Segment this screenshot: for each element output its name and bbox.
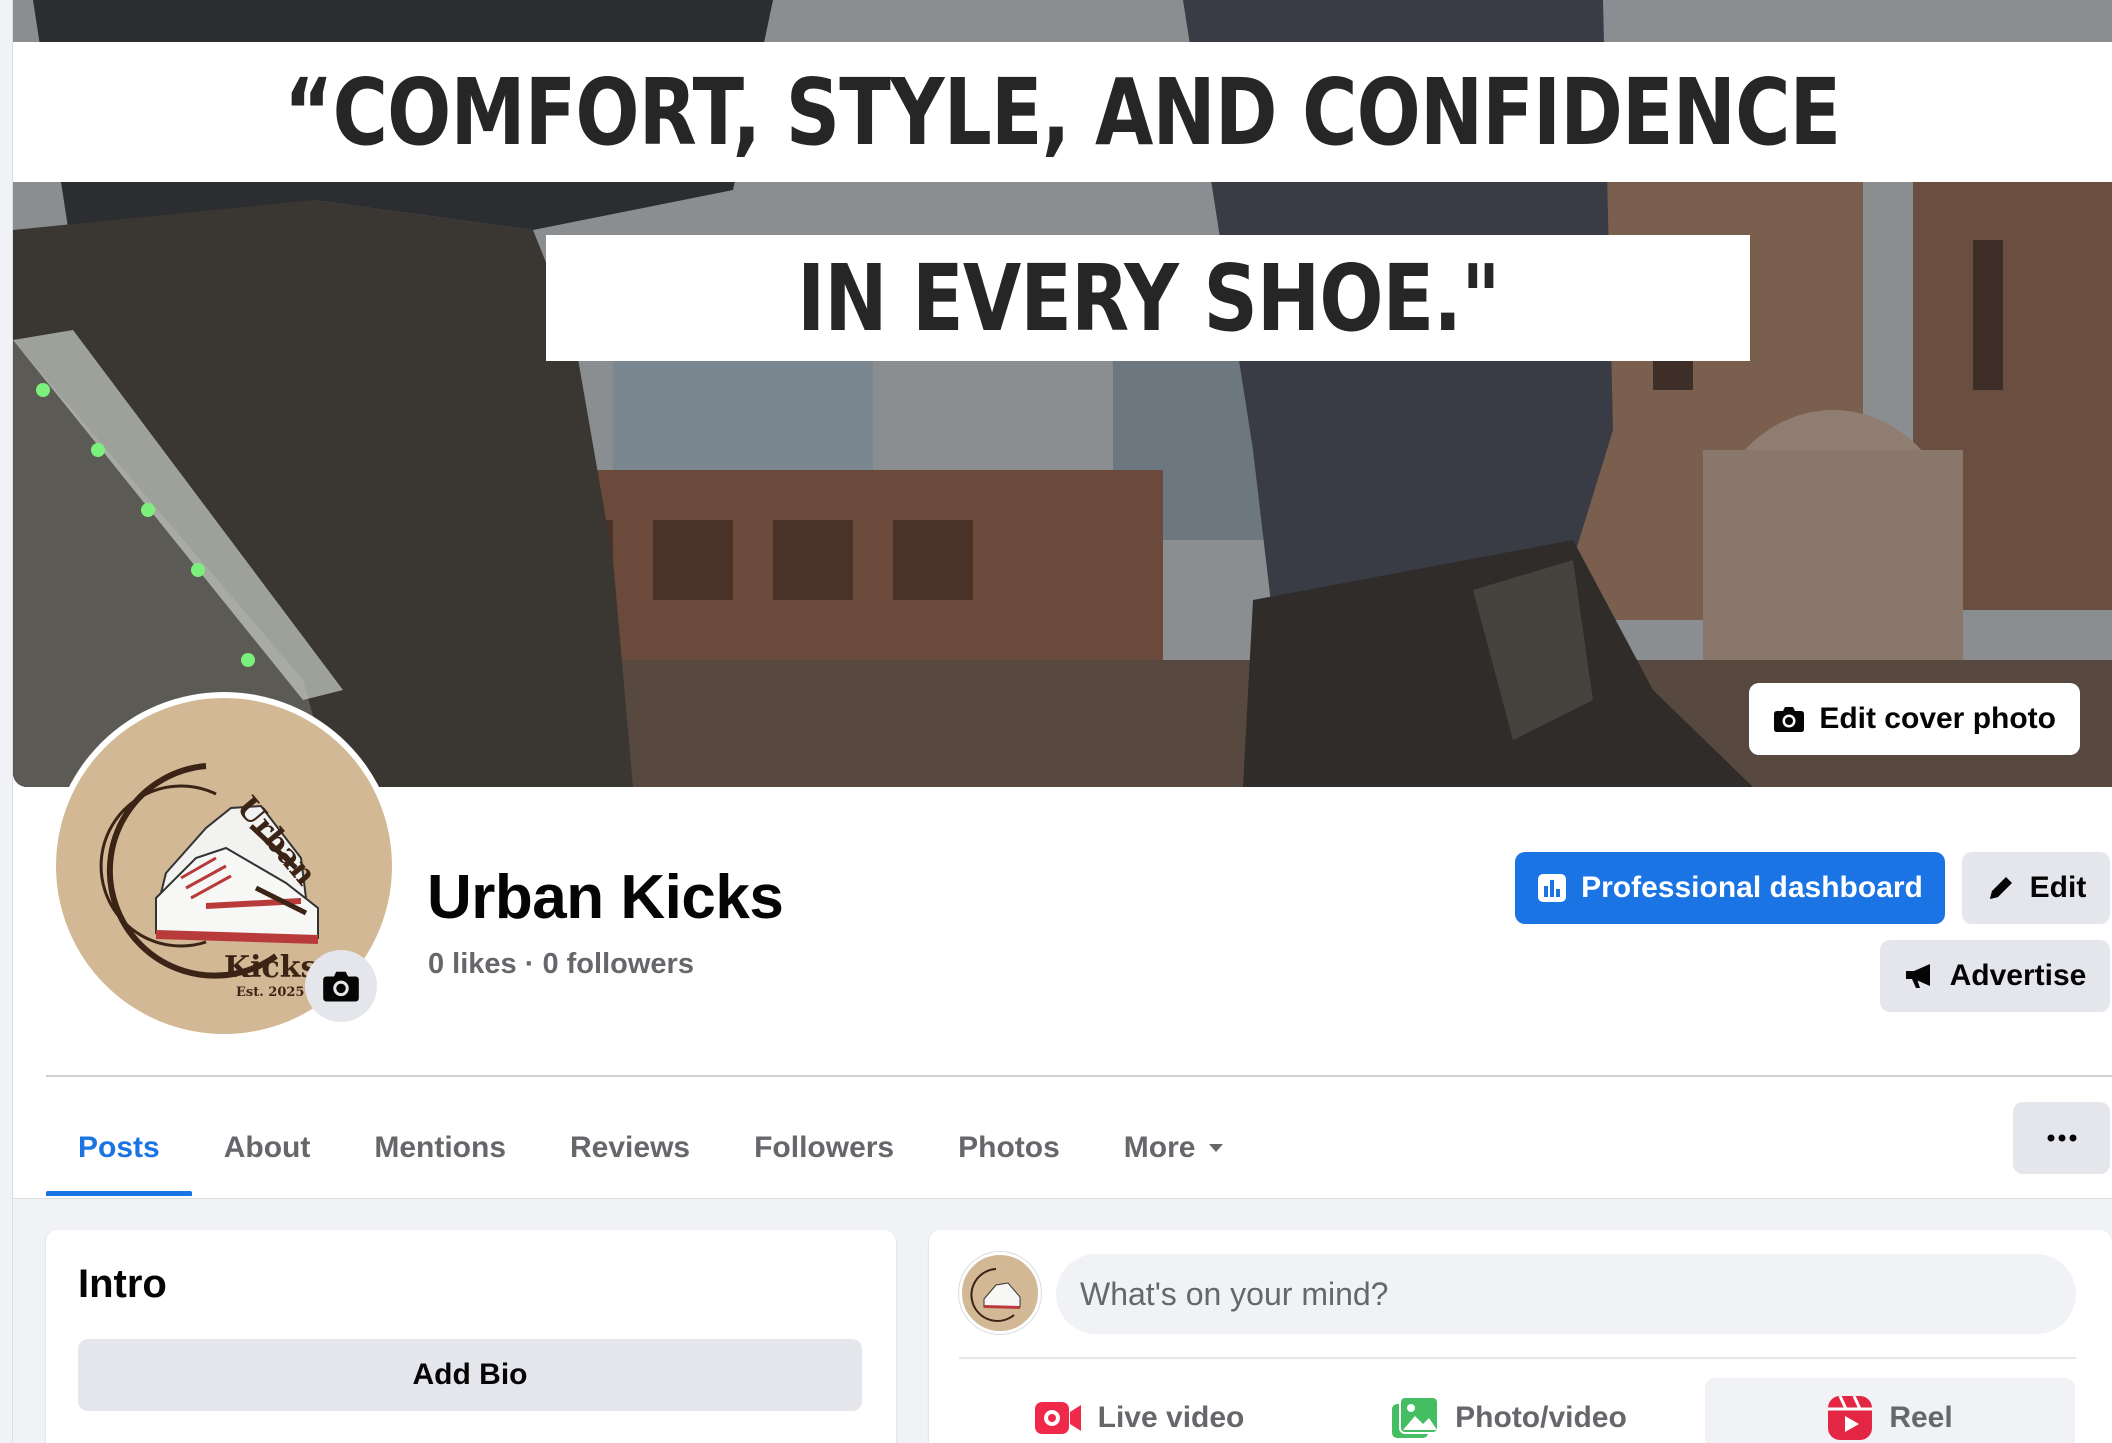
reel-button[interactable]: Reel bbox=[1705, 1378, 2075, 1443]
megaphone-icon bbox=[1905, 964, 1930, 988]
tab-followers[interactable]: Followers bbox=[722, 1100, 926, 1196]
camera-icon bbox=[1774, 707, 1805, 732]
header-divider bbox=[46, 1075, 2112, 1077]
whats-on-your-mind-input[interactable]: What's on your mind? bbox=[1056, 1254, 2076, 1334]
post-composer-card: What's on your mind? Live video Photo/vi… bbox=[929, 1230, 2112, 1443]
photo-video-icon bbox=[1392, 1396, 1440, 1438]
tab-about[interactable]: About bbox=[192, 1100, 343, 1196]
live-video-label: Live video bbox=[1097, 1401, 1245, 1434]
tab-label: Photos bbox=[958, 1131, 1060, 1164]
dashboard-icon bbox=[1538, 874, 1567, 902]
tab-label: Followers bbox=[754, 1131, 895, 1164]
edit-page-label: Edit bbox=[2029, 871, 2087, 904]
more-options-button[interactable] bbox=[2013, 1102, 2110, 1174]
edit-cover-photo-button[interactable]: Edit cover photo bbox=[1749, 683, 2080, 755]
update-profile-picture-button[interactable] bbox=[305, 950, 377, 1022]
logo-est: Est. 2025 bbox=[236, 985, 305, 1000]
tab-posts[interactable]: Posts bbox=[46, 1100, 192, 1196]
photo-video-label: Photo/video bbox=[1455, 1401, 1627, 1434]
tab-more[interactable]: More bbox=[1092, 1100, 1258, 1196]
tab-label: About bbox=[223, 1131, 311, 1164]
caret-down-icon bbox=[1209, 1144, 1224, 1152]
tab-reviews[interactable]: Reviews bbox=[538, 1100, 722, 1196]
composer-placeholder: What's on your mind? bbox=[1080, 1275, 1389, 1312]
advertise-button[interactable]: Advertise bbox=[1880, 940, 2110, 1012]
composer-avatar[interactable] bbox=[959, 1252, 1041, 1334]
tab-label: Mentions bbox=[374, 1131, 507, 1164]
logo-mini-illustration bbox=[970, 1268, 1021, 1322]
cover-quote-band-bottom: IN EVERY SHOE." bbox=[546, 235, 1750, 361]
left-rail bbox=[0, 0, 13, 1443]
tab-mentions[interactable]: Mentions bbox=[342, 1100, 538, 1196]
edit-page-button[interactable]: Edit bbox=[1962, 852, 2110, 924]
photo-video-button[interactable]: Photo/video bbox=[1329, 1378, 1689, 1443]
live-video-icon bbox=[1034, 1402, 1081, 1434]
logo-word-bottom: Kicks bbox=[224, 950, 318, 985]
facebook-page-profile: “COMFORT, STYLE, AND CONFIDENCE IN EVERY… bbox=[0, 0, 2112, 1443]
page-tabs: Posts About Mentions Reviews Followers P… bbox=[46, 1100, 1257, 1196]
pencil-icon bbox=[1989, 877, 2012, 899]
tab-label: More bbox=[1123, 1131, 1196, 1164]
camera-icon bbox=[323, 971, 359, 1002]
tab-photos[interactable]: Photos bbox=[926, 1100, 1092, 1196]
intro-card: Intro Add Bio bbox=[46, 1230, 896, 1443]
add-bio-button[interactable]: Add Bio bbox=[78, 1339, 862, 1411]
cover-quote-line-2: IN EVERY SHOE." bbox=[796, 244, 1500, 352]
add-bio-label: Add Bio bbox=[412, 1358, 528, 1391]
advertise-label: Advertise bbox=[1949, 959, 2087, 992]
tab-label: Posts bbox=[78, 1131, 160, 1164]
reel-icon bbox=[1828, 1395, 1873, 1440]
professional-dashboard-button[interactable]: Professional dashboard bbox=[1515, 852, 1945, 924]
page-stats[interactable]: 0 likes · 0 followers bbox=[428, 948, 694, 981]
cover-photo[interactable]: “COMFORT, STYLE, AND CONFIDENCE IN EVERY… bbox=[13, 0, 2112, 787]
ellipsis-icon bbox=[2047, 1134, 2076, 1142]
cover-quote-line-1: “COMFORT, STYLE, AND CONFIDENCE bbox=[284, 58, 1841, 166]
intro-title: Intro bbox=[78, 1262, 167, 1306]
edit-cover-photo-label: Edit cover photo bbox=[1819, 702, 2056, 735]
composer-divider bbox=[959, 1357, 2076, 1359]
page-title: Urban Kicks bbox=[427, 863, 784, 932]
live-video-button[interactable]: Live video bbox=[959, 1378, 1319, 1443]
cover-quote-band-top: “COMFORT, STYLE, AND CONFIDENCE bbox=[13, 42, 2112, 182]
tab-label: Reviews bbox=[570, 1131, 691, 1164]
reel-label: Reel bbox=[1889, 1401, 1953, 1434]
professional-dashboard-label: Professional dashboard bbox=[1581, 871, 1923, 904]
